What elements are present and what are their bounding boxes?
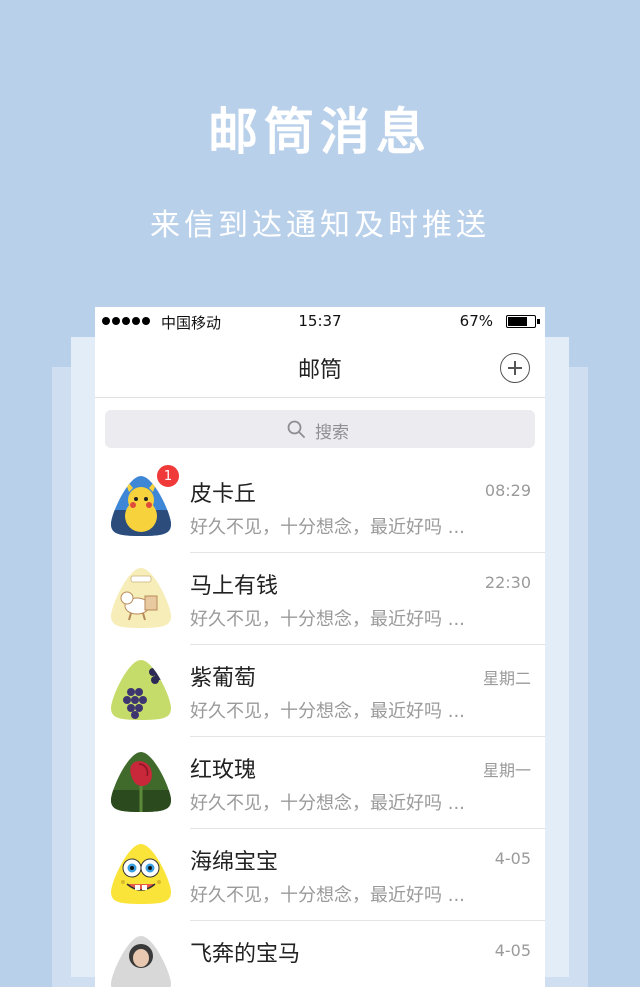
message-preview: 好久不见，十分想念，最近好吗 ... [190,701,465,722]
add-icon[interactable] [500,353,530,383]
contact-name: 马上有钱 [190,574,279,599]
search-placeholder: 搜索 [315,423,349,443]
horse-avatar [111,568,171,628]
page-title: 邮筒 [297,358,342,383]
chat-row[interactable]: 海绵宝宝 好久不见，十分想念，最近好吗 ... 4-05 [95,829,545,921]
chat-row[interactable]: 飞奔的宝马 4-05 [95,921,545,987]
contact-name: 皮卡丘 [190,482,257,507]
unread-badge: 1 [156,464,180,488]
navbar: 邮筒 [95,337,545,398]
chat-row[interactable]: 红玫瑰 好久不见，十分想念，最近好吗 ... 星期一 [95,737,545,829]
rose-avatar [111,752,171,812]
phone-screen: 中国移动 15:37 67% 邮筒 搜索 1 皮卡丘 好久不见，十分想念，最近好… [95,307,545,987]
hero-title: 邮筒消息 [208,103,432,161]
message-time: 08:29 [484,481,531,500]
search-input[interactable]: 搜索 [105,410,535,448]
chat-row[interactable]: 紫葡萄 好久不见，十分想念，最近好吗 ... 星期二 [95,645,545,737]
person-avatar [111,936,171,987]
message-time: 4-05 [494,849,531,868]
message-time: 星期一 [482,761,531,780]
grape-avatar [111,660,171,720]
contact-name: 海绵宝宝 [190,850,279,875]
message-time: 22:30 [484,573,531,592]
contact-name: 红玫瑰 [190,758,257,783]
chat-row[interactable]: 1 皮卡丘 好久不见，十分想念，最近好吗 ... 08:29 [95,461,545,553]
contact-name: 紫葡萄 [190,666,257,691]
contact-name: 飞奔的宝马 [190,942,301,967]
battery-percent: 67% [459,312,493,330]
status-bar: 中国移动 15:37 67% [95,307,545,337]
chat-row[interactable]: 马上有钱 好久不见，十分想念，最近好吗 ... 22:30 [95,553,545,645]
chat-list: 1 皮卡丘 好久不见，十分想念，最近好吗 ... 08:29 马上有钱 好久不见… [95,461,545,987]
hero-subtitle: 来信到达通知及时推送 [150,208,490,243]
message-preview: 好久不见，十分想念，最近好吗 ... [190,517,465,538]
message-preview: 好久不见，十分想念，最近好吗 ... [190,793,465,814]
search-icon [287,420,305,438]
message-preview: 好久不见，十分想念，最近好吗 ... [190,885,465,906]
message-time: 星期二 [482,669,531,688]
battery-icon [506,315,540,328]
spongebob-avatar [111,844,171,904]
message-time: 4-05 [494,941,531,960]
message-preview: 好久不见，十分想念，最近好吗 ... [190,609,465,630]
